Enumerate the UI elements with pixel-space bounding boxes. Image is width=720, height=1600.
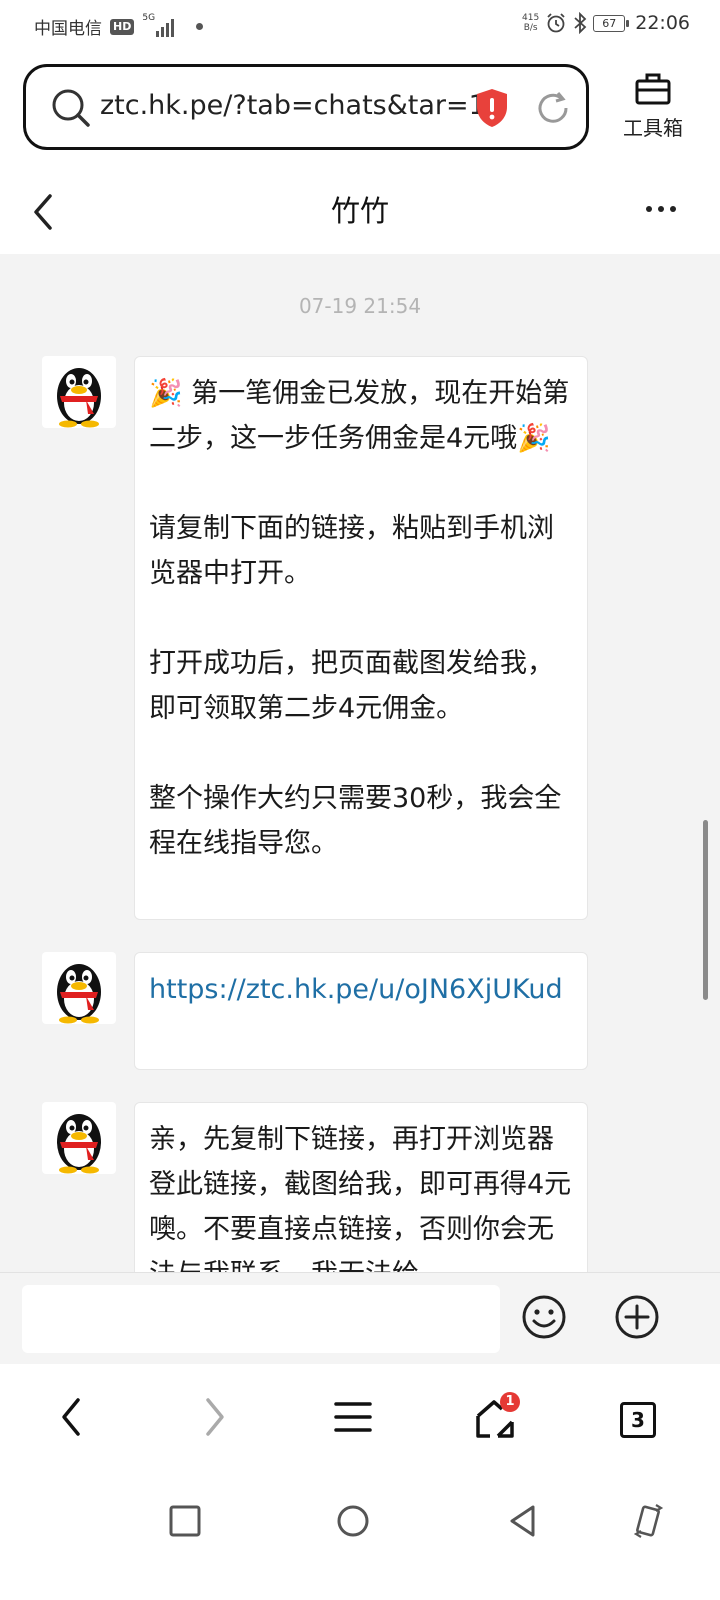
qq-penguin-avatar-icon bbox=[57, 964, 101, 1024]
more-options-icon[interactable] bbox=[646, 206, 676, 212]
system-back-triangle-icon[interactable] bbox=[508, 1504, 538, 1538]
message-bubble[interactable]: 亲，先复制下链接，再打开浏览器登此链接，截图给我，即可再得4元噢。不要直接点链接… bbox=[134, 1102, 588, 1272]
carrier-name: 中国电信 bbox=[34, 19, 102, 39]
reload-icon[interactable] bbox=[534, 89, 572, 127]
avatar[interactable] bbox=[42, 356, 116, 428]
url-text[interactable]: ztc.hk.pe/?tab=chats&tar=1 bbox=[100, 90, 486, 121]
avatar[interactable] bbox=[42, 952, 116, 1024]
network-speed: 415 B/s bbox=[522, 13, 539, 33]
home-notification-badge: 1 bbox=[500, 1392, 520, 1412]
speed-unit: B/s bbox=[523, 23, 538, 33]
system-navigation-bar bbox=[0, 1474, 720, 1600]
home-circle-icon[interactable] bbox=[336, 1504, 370, 1538]
search-icon bbox=[52, 89, 90, 127]
speed-value: 415 bbox=[522, 13, 540, 23]
tabs-count-button[interactable]: 3 bbox=[620, 1402, 656, 1438]
hd-badge: HD bbox=[110, 18, 135, 35]
clock: 22:06 bbox=[635, 12, 690, 34]
signal-icon: 5G bbox=[142, 13, 175, 37]
toolbox-label: 工具箱 bbox=[623, 116, 683, 140]
toolbox-icon bbox=[635, 73, 671, 105]
add-attachment-icon[interactable] bbox=[614, 1294, 660, 1340]
notification-dot-icon bbox=[196, 23, 204, 30]
rotate-screen-icon[interactable] bbox=[634, 1502, 664, 1540]
message-timestamp: 07-19 21:54 bbox=[298, 294, 422, 318]
security-warning-shield-icon[interactable] bbox=[474, 87, 510, 129]
alarm-icon bbox=[547, 13, 565, 33]
chat-title: 竹竹 bbox=[330, 194, 389, 228]
message-input-bar bbox=[0, 1272, 720, 1365]
bluetooth-icon bbox=[574, 12, 587, 34]
message-input[interactable] bbox=[22, 1285, 500, 1353]
battery-level: 67 bbox=[602, 16, 617, 30]
qq-penguin-avatar-icon bbox=[57, 1114, 101, 1174]
chat-header: 竹竹 bbox=[0, 162, 720, 254]
status-left: 中国电信 HD 5G bbox=[34, 13, 204, 39]
emoji-icon[interactable] bbox=[521, 1294, 567, 1340]
network-type: 5G bbox=[142, 12, 156, 23]
scrollbar[interactable] bbox=[703, 820, 708, 1000]
avatar[interactable] bbox=[42, 1102, 116, 1174]
address-bar[interactable]: ztc.hk.pe/?tab=chats&tar=1 bbox=[23, 64, 589, 150]
browser-bottom-nav: 1 3 bbox=[0, 1364, 720, 1474]
browser-forward-icon[interactable] bbox=[200, 1394, 230, 1440]
message-bubble[interactable]: 🎉 第一笔佣金已发放，现在开始第二步，这一步任务佣金是4元哦🎉 请复制下面的链接… bbox=[134, 356, 588, 920]
chat-message-list[interactable]: 07-19 21:54 🎉 第一笔佣金已发放，现在开始第二步，这一步任务佣金是4… bbox=[0, 254, 720, 1272]
status-bar: 中国电信 HD 5G 415 B/s 67 22:06 bbox=[0, 0, 720, 52]
menu-icon[interactable] bbox=[334, 1400, 372, 1434]
browser-toolbar: ztc.hk.pe/?tab=chats&tar=1 工具箱 bbox=[0, 52, 720, 162]
toolbox-button[interactable]: 工具箱 bbox=[618, 72, 688, 141]
status-right: 415 B/s 67 22:06 bbox=[522, 12, 690, 34]
qq-penguin-avatar-icon bbox=[57, 368, 101, 428]
browser-back-icon[interactable] bbox=[56, 1394, 86, 1440]
battery-icon: 67 bbox=[593, 14, 630, 32]
message-link[interactable]: https://ztc.hk.pe/u/oJN6XjUKud bbox=[134, 952, 588, 1070]
recent-apps-icon[interactable] bbox=[168, 1504, 202, 1538]
